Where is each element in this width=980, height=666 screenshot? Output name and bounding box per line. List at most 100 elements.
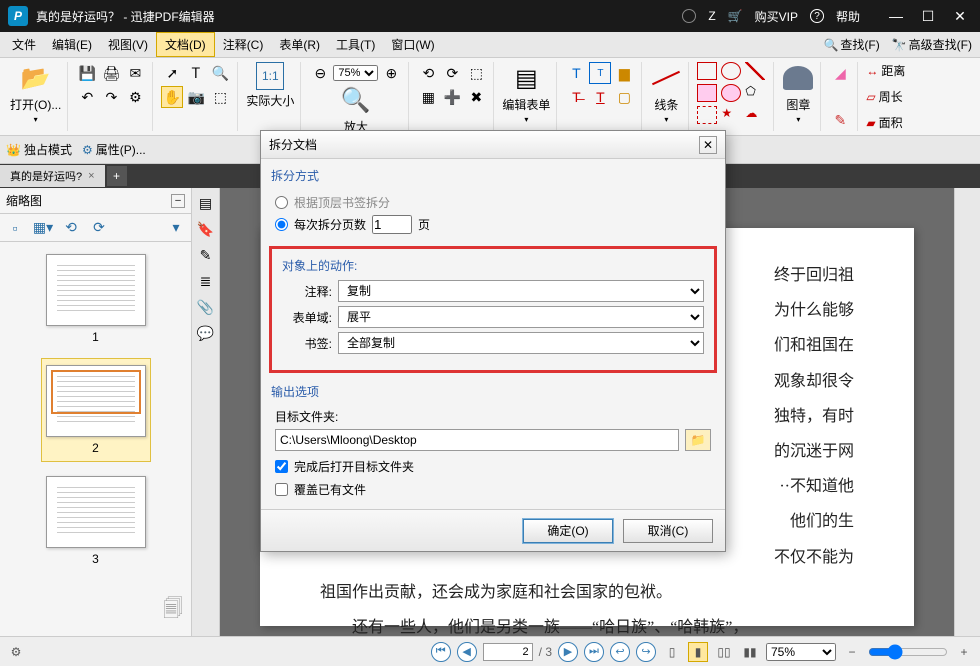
browse-folder-button[interactable]: 📁 bbox=[685, 429, 711, 451]
vt-attach-icon[interactable]: 📎 bbox=[195, 296, 217, 318]
snapshot-icon[interactable]: 📷 bbox=[185, 86, 207, 108]
rotate-left-icon[interactable]: ⟲ bbox=[417, 62, 439, 84]
single-page-icon[interactable]: ▯ bbox=[662, 642, 682, 662]
cancel-button[interactable]: 取消(C) bbox=[623, 519, 713, 543]
prev-page-button[interactable]: ◀ bbox=[457, 642, 477, 662]
highlight-icon[interactable]: ▆ bbox=[613, 62, 635, 84]
thumbnail-page-2[interactable]: 2 bbox=[41, 358, 151, 462]
span-icon[interactable]: ⬚ bbox=[209, 86, 231, 108]
hand-icon[interactable]: ✋ bbox=[161, 86, 183, 108]
shape-rect-fill[interactable] bbox=[697, 84, 717, 102]
dialog-close-button[interactable]: ✕ bbox=[699, 136, 717, 154]
underline-icon[interactable]: T bbox=[589, 86, 611, 108]
perimeter-button[interactable]: ▱周长 bbox=[866, 88, 905, 105]
text-edit-icon[interactable]: T bbox=[565, 62, 587, 84]
close-button[interactable]: ✕ bbox=[948, 6, 972, 26]
insert-icon[interactable]: ➕ bbox=[441, 86, 463, 108]
vt-comments-icon[interactable]: 💬 bbox=[195, 322, 217, 344]
ok-button[interactable]: 确定(O) bbox=[523, 519, 613, 543]
zoom-out-icon[interactable]: ⊖ bbox=[309, 62, 331, 84]
formfields-select[interactable]: 展平 bbox=[338, 306, 704, 328]
pencil-icon[interactable]: ✎ bbox=[829, 109, 851, 131]
thumbnail-page-3[interactable]: 3 bbox=[41, 476, 151, 566]
radio-by-bookmark[interactable] bbox=[275, 196, 288, 209]
panel-collapse-icon[interactable]: – bbox=[171, 194, 185, 208]
edit-form-button[interactable]: ▤ 编辑表单▾ bbox=[502, 62, 550, 124]
eraser-icon[interactable]: ◢ bbox=[829, 62, 851, 84]
menu-form[interactable]: 表单(R) bbox=[271, 33, 328, 56]
shape-pentagon[interactable]: ⬠ bbox=[745, 84, 765, 102]
dest-folder-input[interactable] bbox=[275, 429, 679, 451]
zoom-slider[interactable] bbox=[868, 644, 948, 660]
textbox-icon[interactable]: T bbox=[589, 62, 611, 84]
maximize-button[interactable]: ☐ bbox=[916, 6, 940, 26]
advanced-find-button[interactable]: 🔭高级查找(F) bbox=[888, 34, 976, 55]
menu-edit[interactable]: 编辑(E) bbox=[44, 33, 100, 56]
distance-button[interactable]: ↔距离 bbox=[866, 62, 905, 79]
first-page-button[interactable]: ⏮ bbox=[431, 642, 451, 662]
save-icon[interactable]: 💾 bbox=[76, 62, 98, 84]
line-button[interactable]: 线条▾ bbox=[650, 62, 682, 124]
facing-continuous-icon[interactable]: ▮▮ bbox=[740, 642, 760, 662]
globe-icon[interactable] bbox=[682, 9, 696, 23]
mail-icon[interactable]: ✉ bbox=[124, 62, 146, 84]
minimize-button[interactable]: — bbox=[884, 6, 908, 26]
vt-layers-icon[interactable]: ≣ bbox=[195, 270, 217, 292]
help-link[interactable]: 帮助 bbox=[836, 8, 860, 25]
menu-document[interactable]: 文档(D) bbox=[156, 32, 215, 57]
new-tab-button[interactable]: + bbox=[107, 166, 127, 186]
undo-icon[interactable]: ↶ bbox=[76, 86, 98, 108]
zoom-select[interactable]: 75% bbox=[333, 65, 378, 81]
nav-back-button[interactable]: ↩ bbox=[610, 642, 630, 662]
thumbnail-page-1[interactable]: 1 bbox=[41, 254, 151, 344]
note-icon[interactable]: ▢ bbox=[613, 86, 635, 108]
bookmarks-select[interactable]: 全部复制 bbox=[338, 332, 704, 354]
print-icon[interactable]: 🖨 bbox=[100, 62, 122, 84]
cursor-icon[interactable]: ➚ bbox=[161, 62, 183, 84]
menu-tools[interactable]: 工具(T) bbox=[328, 33, 383, 56]
crop-icon[interactable]: ⬚ bbox=[465, 62, 487, 84]
radio-by-pages[interactable] bbox=[275, 218, 288, 231]
area-button[interactable]: ▰面积 bbox=[866, 114, 905, 131]
help-icon[interactable]: ? bbox=[810, 9, 824, 23]
find-button[interactable]: 🔍查找(F) bbox=[819, 34, 883, 55]
menu-window[interactable]: 窗口(W) bbox=[383, 33, 442, 56]
overwrite-checkbox[interactable] bbox=[275, 483, 288, 496]
tab-close-icon[interactable]: × bbox=[88, 170, 94, 182]
shape-rect[interactable] bbox=[697, 62, 717, 80]
sb-gear-icon[interactable]: ⚙ bbox=[6, 642, 26, 662]
menu-comment[interactable]: 注释(C) bbox=[215, 33, 272, 56]
actual-size-button[interactable]: 1:1 实际大小 bbox=[246, 62, 294, 109]
zoom-in-bottom-icon[interactable]: + bbox=[954, 642, 974, 662]
shape-star[interactable]: ★ bbox=[721, 106, 741, 124]
menu-view[interactable]: 视图(V) bbox=[100, 33, 156, 56]
zoom-tool-icon[interactable]: 🔍 bbox=[209, 62, 231, 84]
vt-bookmarks-icon[interactable]: 🔖 bbox=[195, 218, 217, 240]
strike-icon[interactable]: T̶ bbox=[565, 86, 587, 108]
continuous-icon[interactable]: ▮ bbox=[688, 642, 708, 662]
gear-icon[interactable]: ⚙ bbox=[124, 86, 146, 108]
zoom-big-button[interactable]: 🔍 放大▾ bbox=[309, 84, 402, 136]
thumb-rotate-left-icon[interactable]: ⟲ bbox=[60, 217, 82, 239]
shape-cloud2[interactable]: ☁ bbox=[745, 106, 765, 124]
zoom-combo-bottom[interactable]: 75% bbox=[766, 643, 836, 661]
shape-circle-fill[interactable] bbox=[721, 84, 741, 102]
stamp-button[interactable]: 图章▾ bbox=[782, 62, 814, 124]
thumb-rotate-right-icon[interactable]: ⟳ bbox=[88, 217, 110, 239]
next-page-button[interactable]: ▶ bbox=[558, 642, 578, 662]
delete-icon[interactable]: ✖ bbox=[465, 86, 487, 108]
open-button[interactable]: 📂 打开(O)...▾ bbox=[10, 62, 61, 124]
open-after-checkbox[interactable] bbox=[275, 460, 288, 473]
redo-icon[interactable]: ↷ bbox=[100, 86, 122, 108]
shop-icon[interactable] bbox=[728, 9, 743, 23]
properties-button[interactable]: ⚙属性(P)... bbox=[82, 141, 146, 158]
text-select-icon[interactable]: Ꭲ bbox=[185, 62, 207, 84]
last-page-button[interactable]: ⏭ bbox=[584, 642, 604, 662]
annotations-select[interactable]: 复制 bbox=[338, 280, 704, 302]
vt-signature-icon[interactable]: ✎ bbox=[195, 244, 217, 266]
buy-vip-link[interactable]: 购买VIP bbox=[755, 8, 798, 25]
tab-document[interactable]: 真的是好运吗? × bbox=[0, 165, 105, 187]
user-indicator[interactable]: Z bbox=[708, 9, 715, 23]
page-icon[interactable]: ▦ bbox=[417, 86, 439, 108]
zoom-in-icon[interactable]: ⊕ bbox=[380, 62, 402, 84]
